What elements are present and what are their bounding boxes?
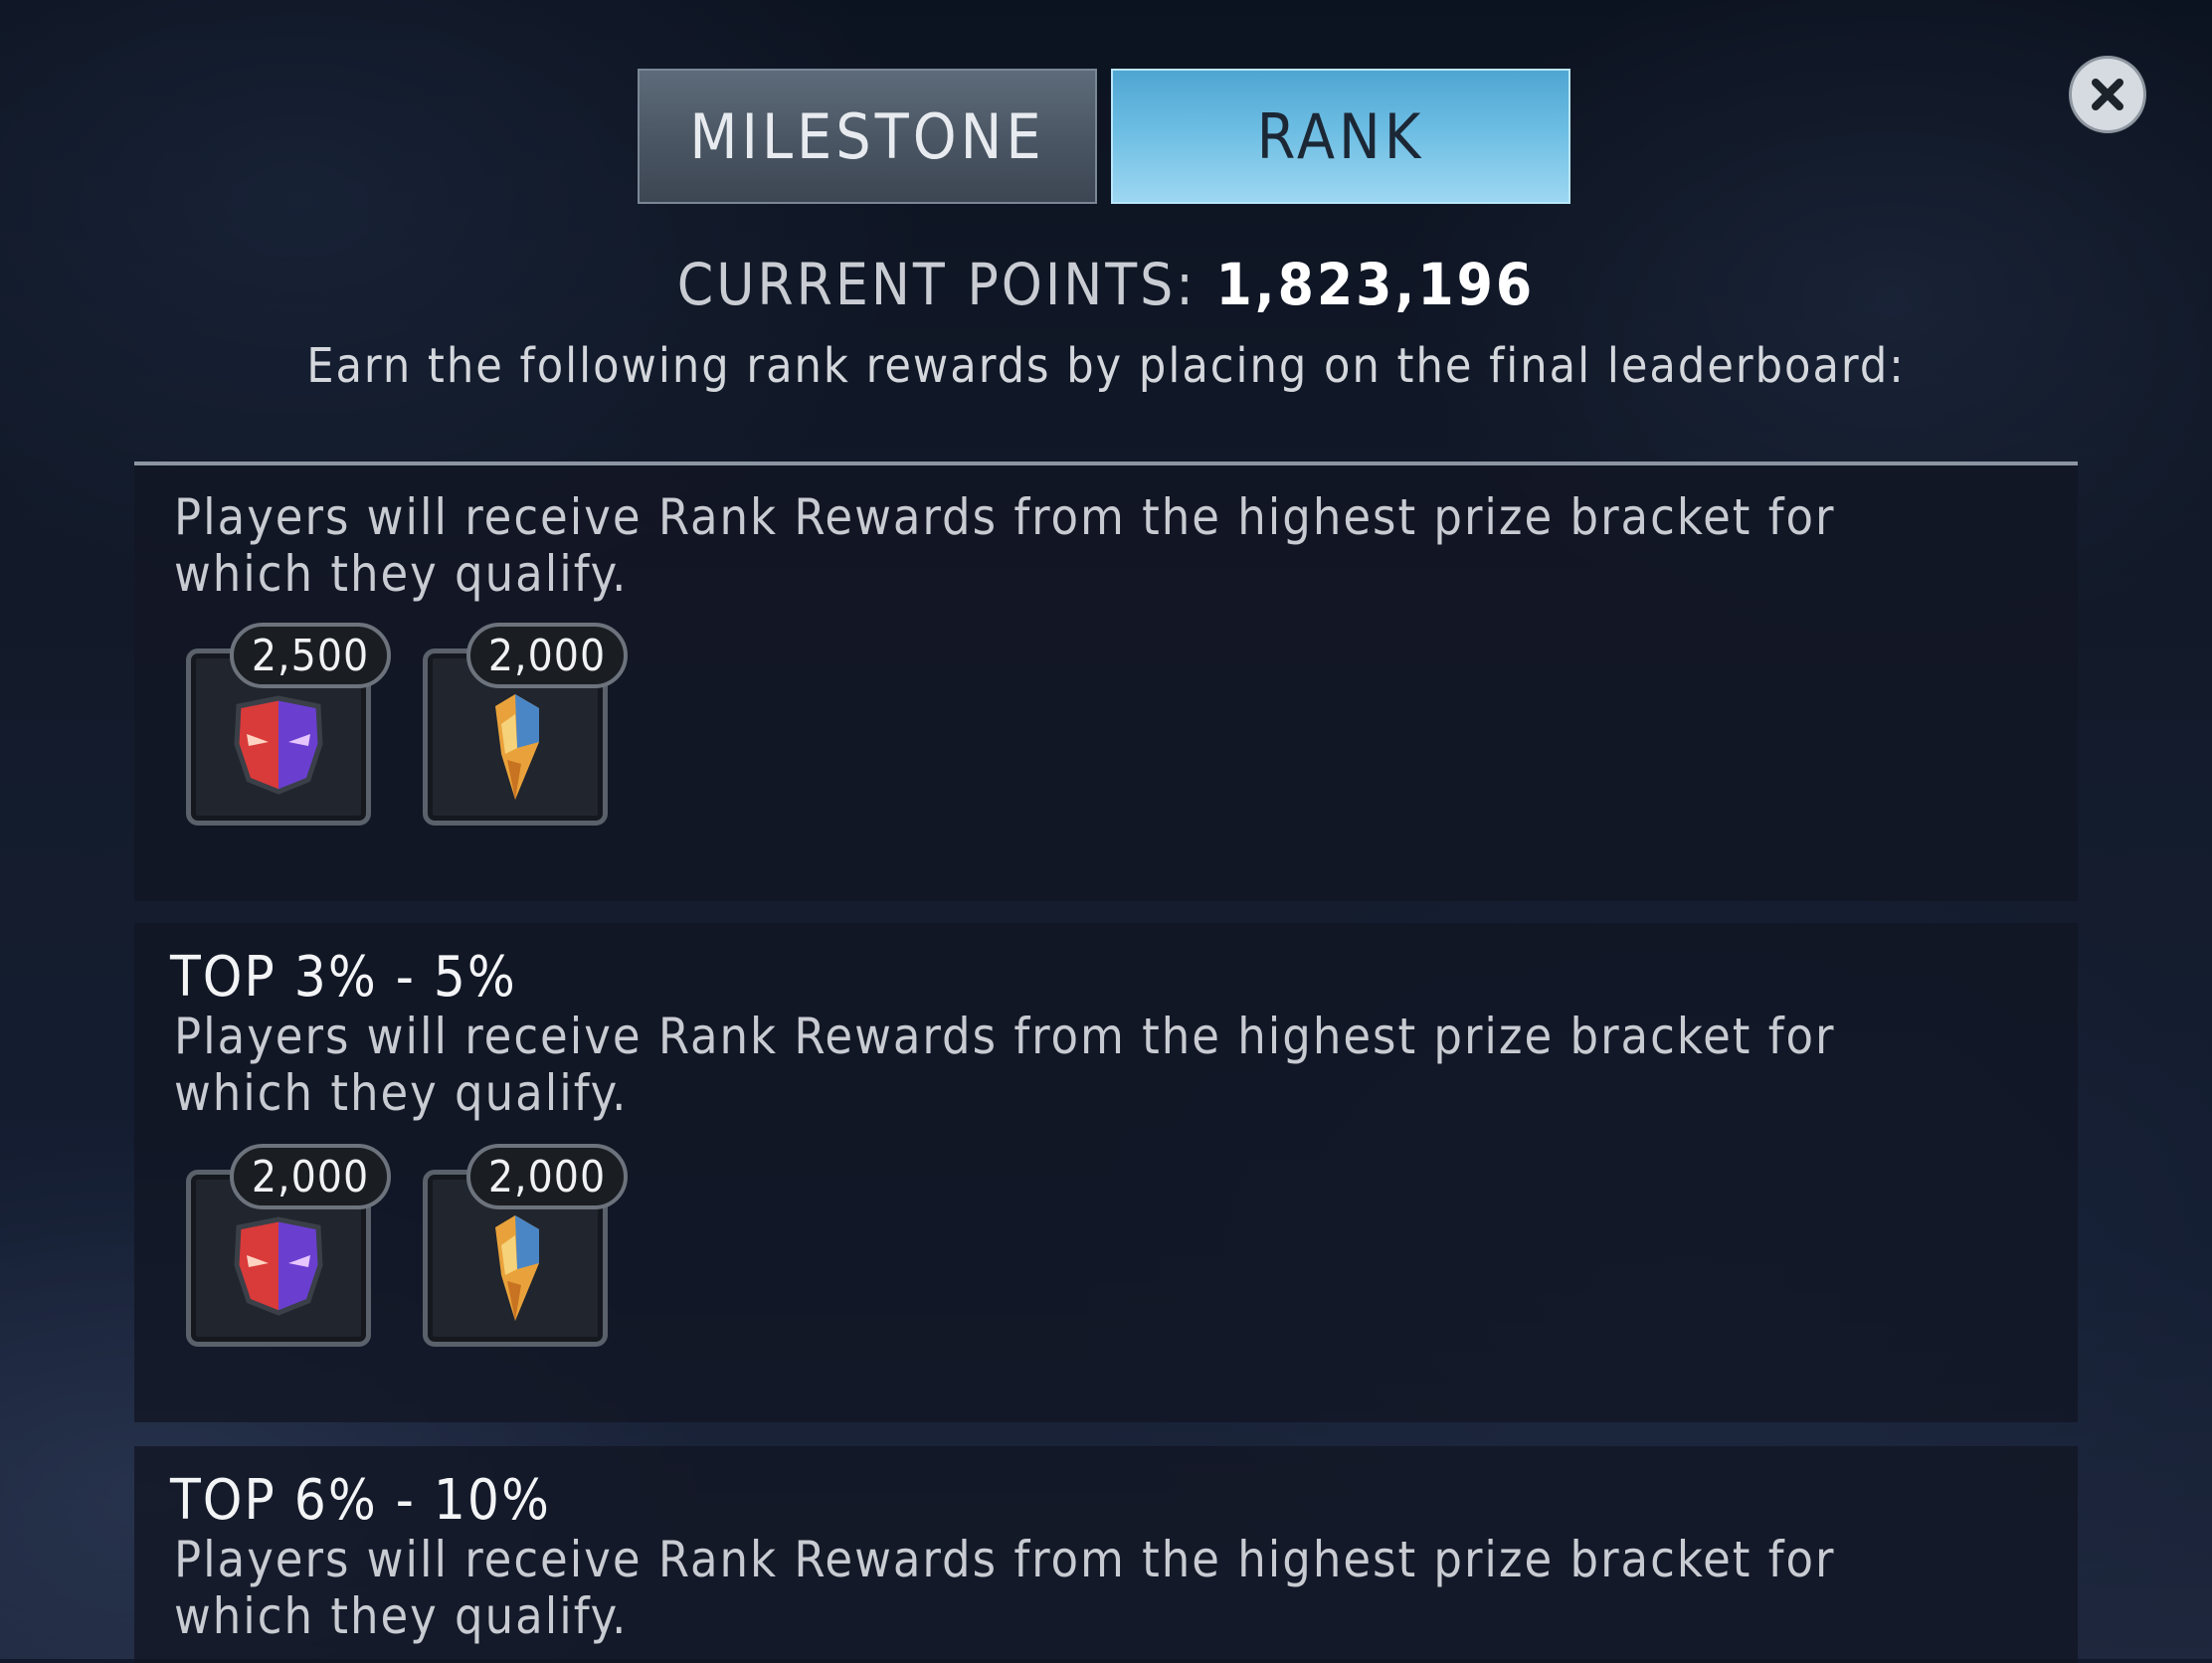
bracket-row: TOP 3% - 5% Players will receive Rank Re… [134, 923, 2078, 1422]
close-icon [2092, 79, 2123, 110]
rank-rewards-list[interactable]: Players will receive Rank Rewards from t… [134, 462, 2078, 1663]
reward-amount-badge: 2,000 [230, 1144, 391, 1209]
reward-item[interactable]: 2,500 [186, 623, 391, 826]
current-points-label: CURRENT POINTS: [676, 251, 1197, 318]
reward-amount-badge: 2,000 [466, 1144, 628, 1209]
reward-item[interactable]: 2,000 [423, 1144, 628, 1347]
reward-amount-badge: 2,500 [230, 623, 391, 688]
faction-emblem-icon [234, 1216, 323, 1316]
bracket-title: TOP 3% - 5% [170, 945, 517, 1010]
reward-item[interactable]: 2,000 [186, 1144, 391, 1347]
current-points: CURRENT POINTS: 1,823,196 [0, 251, 2212, 318]
tab-milestone[interactable]: MILESTONE [638, 69, 1097, 204]
bracket-rewards: 2,500 2,000 [186, 623, 628, 826]
spark-shard-icon [495, 694, 539, 800]
bracket-row: TOP 6% - 10% Players will receive Rank R… [134, 1446, 2078, 1663]
reward-amount-badge: 2,000 [466, 623, 628, 688]
bracket-row: Players will receive Rank Rewards from t… [134, 465, 2078, 901]
bracket-rewards: 2,000 2,000 [186, 1144, 628, 1347]
tab-rank[interactable]: RANK [1111, 69, 1570, 204]
current-points-value: 1,823,196 [1215, 251, 1536, 318]
spark-shard-icon [495, 1215, 539, 1321]
reward-item[interactable]: 2,000 [423, 623, 628, 826]
faction-emblem-icon [234, 695, 323, 795]
bracket-description: Players will receive Rank Rewards from t… [174, 488, 1836, 603]
bracket-title: TOP 6% - 10% [170, 1468, 551, 1533]
bracket-description: Players will receive Rank Rewards from t… [174, 1531, 1836, 1645]
bracket-description: Players will receive Rank Rewards from t… [174, 1008, 1836, 1122]
rank-rewards-subtitle: Earn the following rank rewards by placi… [306, 338, 1906, 394]
tab-bar: MILESTONE RANK [638, 69, 1570, 204]
close-button[interactable] [2069, 56, 2146, 133]
